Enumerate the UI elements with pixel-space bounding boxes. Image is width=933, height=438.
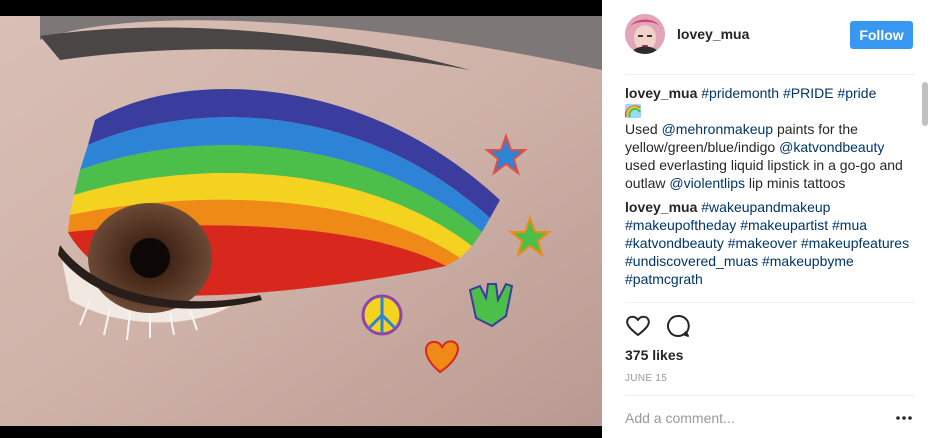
post-details-panel: lovey_mua Follow lovey_mua #pridemonth #… — [602, 0, 933, 438]
username[interactable]: lovey_mua — [677, 26, 749, 42]
divider — [625, 74, 915, 75]
caption-comment: lovey_mua #pridemonth #PRIDE #pride Used… — [625, 84, 911, 192]
scrollbar-thumb[interactable] — [922, 82, 928, 126]
caption-hashtags[interactable]: #pridemonth #PRIDE #pride — [701, 85, 876, 101]
add-comment-input[interactable] — [625, 406, 875, 430]
hashtag-comment: lovey_mua #wakeupandmakeup #makeupofthed… — [625, 198, 911, 288]
heart-icon[interactable] — [625, 313, 651, 339]
caption-text: lip minis tattoos — [745, 175, 846, 191]
divider — [625, 395, 915, 396]
post-photo[interactable] — [0, 0, 602, 438]
comment-bubble-icon[interactable] — [665, 313, 691, 339]
avatar[interactable] — [625, 14, 665, 54]
eye-makeup-photo — [0, 0, 602, 438]
mention-link[interactable]: @katvondbeauty — [779, 139, 884, 155]
comment-username[interactable]: lovey_mua — [625, 85, 697, 101]
mention-link[interactable]: @violentlips — [669, 175, 745, 191]
divider — [625, 302, 915, 303]
comment-username[interactable]: lovey_mua — [625, 199, 697, 215]
follow-button[interactable]: Follow — [850, 21, 913, 49]
comments-list[interactable]: lovey_mua #pridemonth #PRIDE #pride Used… — [625, 84, 911, 302]
post-header: lovey_mua Follow — [602, 0, 933, 74]
rainbow-emoji — [625, 104, 641, 118]
caption-text: Used — [625, 121, 662, 137]
likes-count[interactable]: 375 likes — [625, 347, 683, 363]
more-options-icon[interactable] — [894, 410, 914, 426]
post-date[interactable]: JUNE 15 — [625, 373, 667, 384]
comments-scrollbar[interactable] — [922, 78, 928, 300]
mention-link[interactable]: @mehronmakeup — [662, 121, 774, 137]
